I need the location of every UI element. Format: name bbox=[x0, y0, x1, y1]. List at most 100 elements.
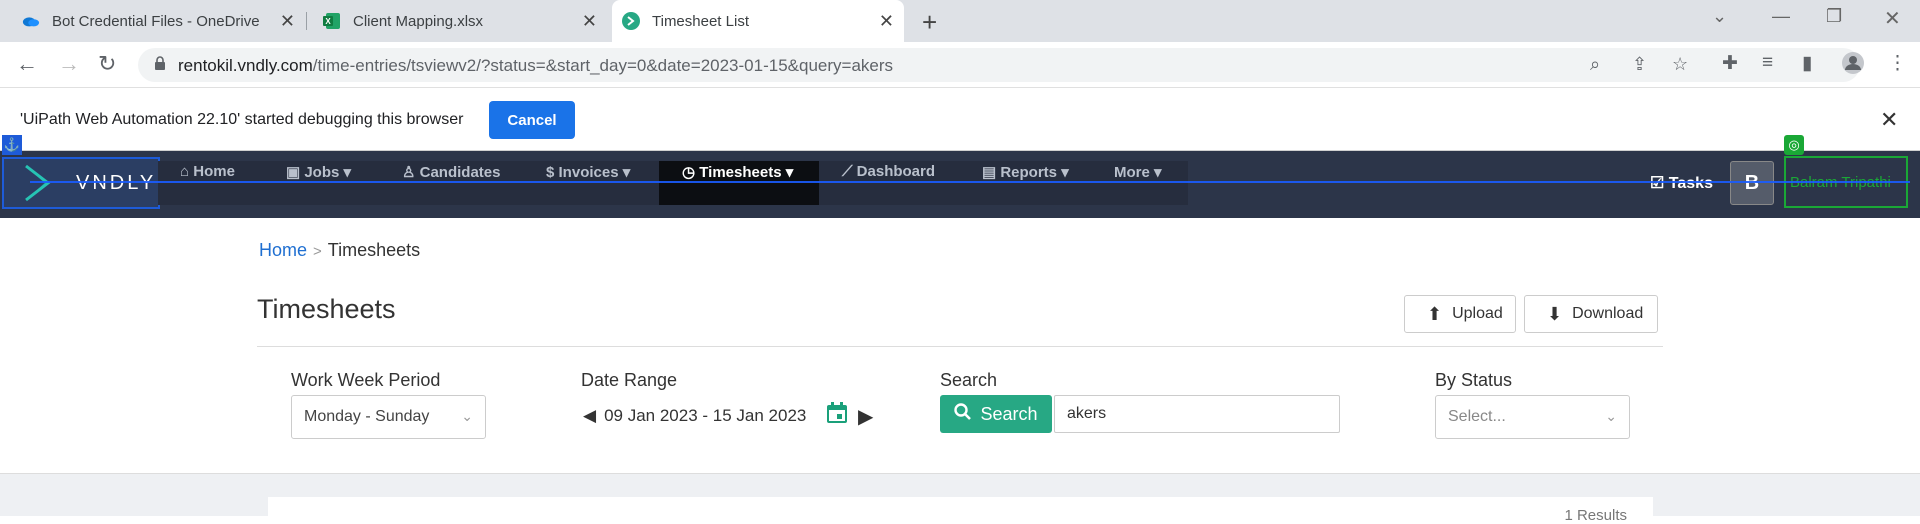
automation-highlight-line bbox=[30, 181, 1910, 183]
nav-label: Jobs bbox=[304, 164, 340, 181]
nav-label: Candidates bbox=[419, 164, 501, 181]
search-input[interactable] bbox=[1054, 395, 1340, 433]
nav-item-invoices[interactable]: $ Invoices ▾ bbox=[546, 163, 630, 181]
nav-item-more[interactable]: More ▾ bbox=[1114, 163, 1162, 181]
tasks-link[interactable]: ☑ Tasks bbox=[1650, 173, 1713, 193]
nav-label: Invoices bbox=[558, 164, 619, 181]
nav-label: Reports bbox=[1000, 164, 1058, 181]
date-range-label: Date Range bbox=[581, 370, 678, 390]
clock-icon: ◷ bbox=[682, 164, 700, 181]
tasks-label: Tasks bbox=[1668, 175, 1713, 192]
new-tab-plus-icon[interactable]: + bbox=[922, 7, 937, 38]
url-text[interactable]: rentokil.vndly.com/time-entries/tsviewv2… bbox=[178, 56, 893, 76]
tab-search-chevron-icon[interactable]: ⌄ bbox=[1712, 6, 1727, 27]
browser-tab-strip: Bot Credential Files - OneDrive ✕ X Clie… bbox=[0, 0, 1920, 42]
zoom-icon[interactable]: ⌕ bbox=[1590, 54, 1600, 75]
work-week-select[interactable]: Monday - Sunday ⌄ bbox=[291, 395, 486, 439]
briefcase-icon: ▣ bbox=[286, 164, 305, 181]
browser-toolbar: ← → ↻ rentokil.vndly.com/time-entries/ts… bbox=[0, 42, 1920, 88]
close-icon[interactable]: ✕ bbox=[582, 11, 597, 32]
address-bar[interactable]: rentokil.vndly.com/time-entries/tsviewv2… bbox=[138, 48, 1860, 82]
calendar-icon[interactable] bbox=[826, 402, 848, 430]
browser-tab-onedrive[interactable]: Bot Credential Files - OneDrive ✕ bbox=[0, 0, 305, 42]
work-week-label: Work Week Period bbox=[291, 370, 441, 390]
search-icon bbox=[954, 402, 972, 426]
svg-text:X: X bbox=[325, 17, 331, 26]
chevron-down-icon: ⌄ bbox=[461, 408, 473, 424]
onedrive-icon bbox=[22, 12, 40, 30]
share-icon[interactable]: ⇪ bbox=[1632, 54, 1647, 75]
status-select[interactable]: Select... ⌄ bbox=[1435, 395, 1630, 439]
chart-icon: ⟋ bbox=[842, 163, 857, 180]
nav-label: Home bbox=[193, 163, 235, 180]
minimize-icon[interactable]: — bbox=[1772, 6, 1790, 27]
window-close-icon[interactable]: ✕ bbox=[1884, 6, 1901, 31]
download-icon: ⬇ bbox=[1547, 303, 1563, 324]
url-path: /time-entries/tsviewv2/?status=&start_da… bbox=[312, 56, 894, 75]
breadcrumb: Home > Timesheets bbox=[259, 240, 420, 261]
excel-icon: X bbox=[323, 12, 341, 30]
back-arrow-icon[interactable]: ← bbox=[16, 51, 38, 77]
close-icon[interactable]: ✕ bbox=[879, 11, 894, 32]
search-button[interactable]: Search bbox=[940, 395, 1052, 433]
kebab-menu-icon[interactable]: ⋮ bbox=[1888, 52, 1907, 75]
work-week-value: Monday - Sunday bbox=[304, 408, 430, 425]
browser-tab-client-mapping[interactable]: X Client Mapping.xlsx ✕ bbox=[307, 0, 607, 42]
vndly-chevron-logo-icon bbox=[25, 164, 51, 202]
lock-icon[interactable] bbox=[154, 56, 166, 76]
search-label: Search bbox=[940, 370, 998, 390]
dollar-icon: $ bbox=[546, 164, 559, 181]
vndly-icon bbox=[622, 12, 640, 30]
bookmark-star-icon[interactable]: ☆ bbox=[1672, 54, 1688, 75]
side-panel-icon[interactable]: ▮ bbox=[1802, 52, 1812, 75]
nav-label: Timesheets bbox=[699, 164, 782, 181]
breadcrumb-home-link[interactable]: Home bbox=[259, 240, 307, 260]
avatar[interactable]: B bbox=[1730, 161, 1774, 205]
document-icon: ▤ bbox=[982, 164, 1001, 181]
tab-title: Timesheet List bbox=[652, 12, 749, 30]
nav-item-jobs[interactable]: ▣ Jobs ▾ bbox=[286, 163, 351, 181]
logo-text: VNDLY bbox=[76, 172, 157, 194]
clipboard-check-icon: ☑ bbox=[1650, 175, 1669, 192]
breadcrumb-current: Timesheets bbox=[327, 240, 421, 260]
close-icon[interactable]: ✕ bbox=[280, 11, 295, 32]
section-divider bbox=[257, 346, 1663, 347]
search-button-label: Search bbox=[980, 403, 1038, 424]
nav-item-reports[interactable]: ▤ Reports ▾ bbox=[982, 163, 1069, 181]
reload-icon[interactable]: ↻ bbox=[98, 51, 116, 77]
vndly-logo[interactable]: VNDLY bbox=[2, 157, 160, 209]
anchor-icon: ⚓ bbox=[2, 135, 22, 155]
date-range-control: ◀ 09 Jan 2023 - 15 Jan 2023 bbox=[583, 406, 806, 426]
nav-item-home[interactable]: ⌂ Home bbox=[180, 163, 235, 180]
browser-tab-timesheet-list[interactable]: Timesheet List ✕ bbox=[612, 0, 904, 42]
download-button[interactable]: ⬇ Download bbox=[1524, 295, 1658, 333]
cancel-debugging-button[interactable]: Cancel bbox=[489, 101, 575, 139]
status-label: By Status bbox=[1435, 370, 1513, 390]
nav-item-dashboard[interactable]: ⟋ Dashboard bbox=[842, 163, 935, 180]
page-title: Timesheets bbox=[257, 294, 396, 324]
nav-label: More bbox=[1114, 164, 1150, 181]
profile-icon[interactable] bbox=[1842, 52, 1864, 80]
tab-title: Client Mapping.xlsx bbox=[353, 12, 484, 30]
extensions-puzzle-icon[interactable]: ✚ bbox=[1722, 52, 1738, 75]
nav-label: Dashboard bbox=[856, 163, 936, 180]
status-placeholder: Select... bbox=[1448, 408, 1506, 425]
date-range-value: 09 Jan 2023 - 15 Jan 2023 bbox=[604, 406, 807, 425]
chevron-down-icon: ⌄ bbox=[1605, 408, 1617, 424]
home-icon: ⌂ bbox=[180, 163, 194, 180]
next-week-arrow-icon[interactable]: ▶ bbox=[858, 404, 873, 429]
close-infobar-icon[interactable]: ✕ bbox=[1880, 107, 1898, 133]
tab-title: Bot Credential Files - OneDrive bbox=[52, 12, 260, 30]
results-card: 1 Results bbox=[268, 497, 1653, 524]
url-host: rentokil.vndly.com bbox=[178, 56, 313, 75]
nav-item-timesheets[interactable]: ◷ Timesheets ▾ bbox=[682, 163, 793, 181]
target-icon: ◎ bbox=[1784, 135, 1804, 155]
upload-icon: ⬆ bbox=[1427, 303, 1443, 324]
forward-arrow-icon[interactable]: → bbox=[58, 51, 80, 77]
upload-label: Upload bbox=[1452, 305, 1503, 322]
upload-button[interactable]: ⬆ Upload bbox=[1404, 295, 1516, 333]
restore-icon[interactable]: ❐ bbox=[1826, 6, 1842, 27]
previous-week-arrow-icon[interactable]: ◀ bbox=[583, 406, 596, 426]
reading-list-icon[interactable]: ≡ bbox=[1762, 52, 1773, 74]
nav-item-candidates[interactable]: ♙ Candidates bbox=[402, 163, 500, 181]
